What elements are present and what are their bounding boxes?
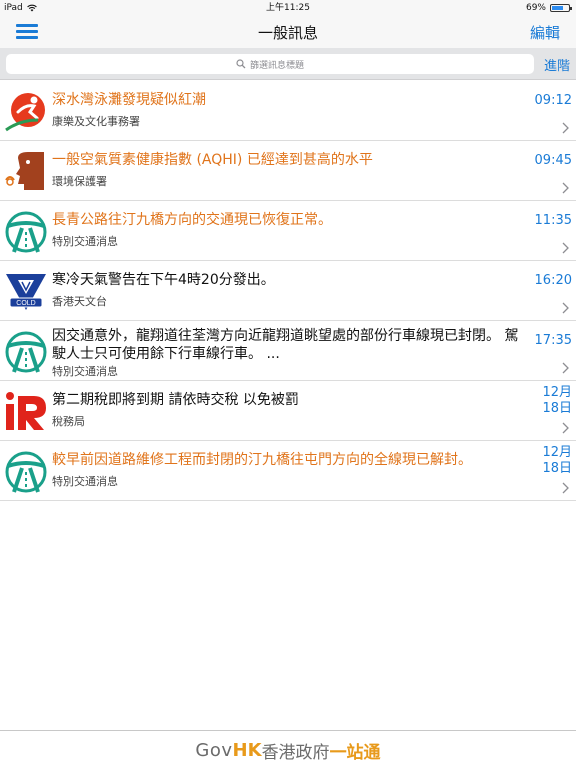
status-bar: iPad 上午11:25 69% — [0, 0, 576, 16]
battery-icon — [550, 4, 572, 12]
list-item[interactable]: 長青公路往汀九橋方向的交通現已恢復正常。 特別交通消息 11:35 — [0, 201, 576, 261]
list-item[interactable]: COLD 寒冷天氣警告在下午4時20分發出。 香港天文台 16:20 — [0, 261, 576, 321]
message-source: 稅務局 — [52, 415, 85, 428]
message-time: 11:35 — [534, 213, 572, 228]
status-time: 上午11:25 — [266, 3, 310, 13]
message-time: 09:45 — [534, 153, 572, 168]
battery-fill — [552, 6, 563, 10]
message-date-day: 18日 — [542, 401, 572, 416]
message-source: 康樂及文化事務署 — [52, 115, 140, 128]
status-right: 69% — [525, 0, 572, 16]
list-item[interactable]: 深水灣泳灘發現疑似紅潮 康樂及文化事務署 09:12 — [0, 81, 576, 141]
battery-percent: 69% — [525, 3, 546, 13]
message-source: 環境保護署 — [52, 175, 107, 188]
cold-label: COLD — [16, 300, 35, 307]
message-title: 深水灣泳灘發現疑似紅潮 — [52, 92, 206, 108]
footer-name1: 香港政府 — [261, 742, 330, 763]
navigation-bar: 一般訊息 編輯 — [0, 16, 576, 48]
td-logo-icon — [5, 331, 47, 373]
search-bar: 篩選訊息標題 進階 — [0, 48, 576, 80]
list-item[interactable]: 第二期稅即將到期 請依時交稅 以免被罰 稅務局 12月 18日 — [0, 381, 576, 441]
message-title: 較早前因道路維修工程而封閉的汀九橋往屯門方向的全線現已解封。 — [52, 452, 472, 468]
chevron-right-icon — [562, 242, 569, 254]
govhk-footer-logo: Gov HK 香港政府 一站通 — [0, 730, 576, 769]
search-icon — [236, 59, 246, 69]
td-logo-icon — [5, 211, 47, 253]
chevron-right-icon — [562, 422, 569, 434]
list-item[interactable]: 一般空氣質素健康指數 (AQHI) 已經達到甚高的水平 環境保護署 09:45 — [0, 141, 576, 201]
chevron-right-icon — [562, 182, 569, 194]
page-title: 一般訊息 — [257, 24, 318, 42]
message-time: 09:12 — [534, 93, 572, 108]
message-source: 香港天文台 — [52, 295, 107, 308]
message-title: 因交通意外，龍翔道往荃灣方向近龍翔道眺望處的部份行車線現已封閉。 駕駛人士只可使… — [52, 328, 519, 362]
td-logo-icon — [5, 451, 47, 493]
message-time: 16:20 — [534, 273, 572, 288]
footer-gov: Gov — [195, 739, 233, 761]
message-date-month: 12月 — [542, 445, 572, 460]
chevron-right-icon — [562, 122, 569, 134]
advanced-search-button[interactable]: 進階 — [544, 55, 570, 74]
lcsd-logo-icon — [5, 93, 45, 132]
message-title: 第二期稅即將到期 請依時交稅 以免被罰 — [52, 392, 299, 408]
message-source: 特別交通消息 — [52, 235, 118, 248]
message-list: 深水灣泳灘發現疑似紅潮 康樂及文化事務署 09:12 一般空氣質素健康指數 (A… — [0, 81, 576, 501]
chevron-right-icon — [562, 362, 569, 374]
list-item[interactable]: 較早前因道路維修工程而封閉的汀九橋往屯門方向的全線現已解封。 特別交通消息 12… — [0, 441, 576, 501]
message-date: 12月 18日 — [528, 445, 572, 477]
message-date: 12月 18日 — [528, 385, 572, 417]
message-source: 特別交通消息 — [52, 475, 118, 488]
chevron-right-icon — [562, 302, 569, 314]
message-source: 特別交通消息 — [52, 365, 118, 378]
hko-cold-warning-icon: COLD — [6, 274, 46, 310]
ird-logo-icon — [6, 392, 46, 430]
message-title: 寒冷天氣警告在下午4時20分發出。 — [52, 272, 275, 288]
footer-name2: 一站通 — [329, 742, 381, 763]
message-title: 一般空氣質素健康指數 (AQHI) 已經達到甚高的水平 — [52, 152, 373, 168]
list-item[interactable]: 因交通意外，龍翔道往荃灣方向近龍翔道眺望處的部份行車線現已封閉。 駕駛人士只可使… — [0, 321, 576, 381]
message-date-day: 18日 — [542, 461, 572, 476]
message-title: 長青公路往汀九橋方向的交通現已恢復正常。 — [52, 212, 332, 228]
search-placeholder: 篩選訊息標題 — [249, 60, 304, 71]
edit-button[interactable]: 編輯 — [530, 22, 560, 43]
chevron-right-icon — [562, 482, 569, 494]
message-time: 17:35 — [534, 333, 572, 348]
epd-logo-icon — [5, 152, 44, 190]
footer-hk: HK — [232, 739, 262, 761]
search-input[interactable]: 篩選訊息標題 — [6, 54, 534, 74]
message-date-month: 12月 — [542, 385, 572, 400]
